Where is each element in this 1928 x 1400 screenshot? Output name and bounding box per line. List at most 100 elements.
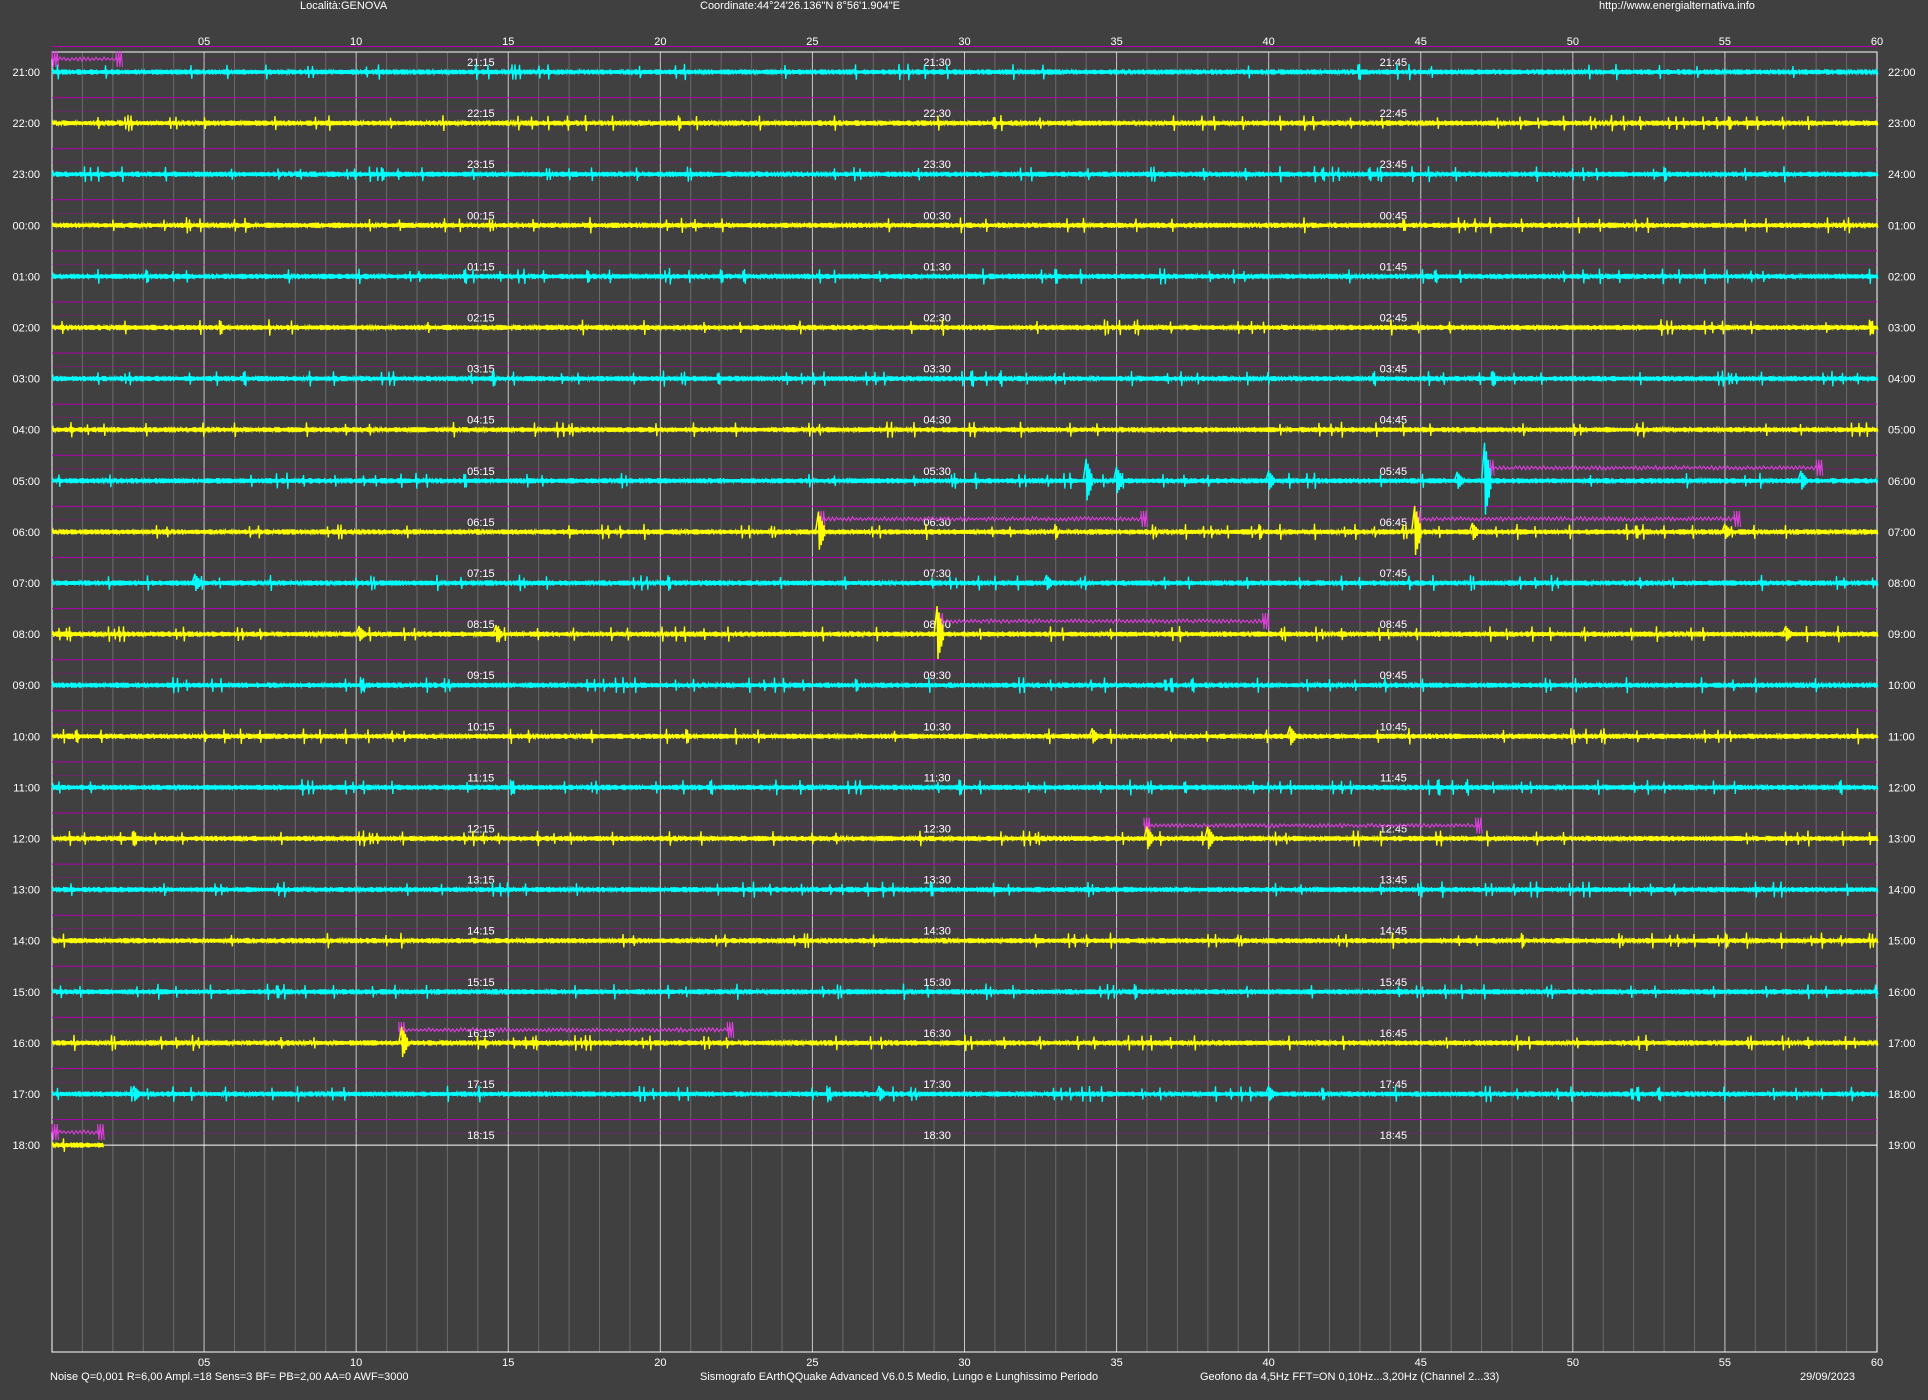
quarter-label: 03:45 (1380, 364, 1408, 376)
quarter-label: 16:45 (1380, 1028, 1408, 1040)
quarter-label: 23:45 (1380, 159, 1408, 171)
secondary-trace (1143, 821, 1481, 829)
quarter-label: 12:15 (467, 824, 495, 836)
row-start-time-label: 13:00 (12, 885, 40, 897)
software-label: Sismografo EArthQQuake Advanced V6.0.5 M… (700, 1371, 1099, 1383)
row-end-time-label: 06:00 (1888, 476, 1916, 488)
x-tick-label-bottom: 05 (198, 1357, 210, 1369)
quarter-label: 10:15 (467, 721, 495, 733)
row-end-time-label: 19:00 (1888, 1140, 1916, 1152)
seismogram-plot: 0505101015152020252530303535404045455050… (12, 36, 1916, 1369)
quarter-label: 17:30 (923, 1079, 951, 1091)
quarter-label: 17:15 (467, 1079, 495, 1091)
row-start-time-label: 21:00 (12, 67, 40, 79)
quarter-label: 00:15 (467, 210, 495, 222)
row-start-time-label: 03:00 (12, 374, 40, 386)
quarter-label: 13:15 (467, 875, 495, 887)
quarter-label: 18:30 (923, 1130, 951, 1142)
quarter-label: 02:15 (467, 313, 495, 325)
quarter-label: 02:45 (1380, 313, 1408, 325)
quarter-label: 22:45 (1380, 108, 1408, 120)
quarter-label: 09:30 (923, 670, 951, 682)
quarter-label: 18:45 (1380, 1130, 1408, 1142)
quarter-label: 07:15 (467, 568, 495, 580)
secondary-trace (51, 1128, 103, 1136)
row-end-time-label: 03:00 (1888, 323, 1916, 335)
quarter-label: 16:30 (923, 1028, 951, 1040)
row-end-time-label: 23:00 (1888, 118, 1916, 130)
quarter-label: 14:15 (467, 926, 495, 938)
x-tick-label-bottom: 45 (1415, 1357, 1427, 1369)
quarter-label: 10:30 (923, 721, 951, 733)
quarter-label: 09:15 (467, 670, 495, 682)
sensor-label: Geofono da 4,5Hz FFT=ON 0,10Hz...3,20Hz … (1200, 1371, 1500, 1383)
row-end-time-label: 15:00 (1888, 936, 1916, 948)
x-tick-label-bottom: 35 (1110, 1357, 1122, 1369)
secondary-trace (818, 515, 1147, 523)
x-tick-label-bottom: 50 (1567, 1357, 1579, 1369)
row-start-time-label: 15:00 (12, 987, 40, 999)
secondary-trace-burst (51, 1124, 59, 1141)
quarter-label: 06:15 (467, 517, 495, 529)
quarter-label: 13:30 (923, 875, 951, 887)
quarter-label: 08:45 (1380, 619, 1408, 631)
x-tick-label-bottom: 55 (1719, 1357, 1731, 1369)
quarter-label: 17:45 (1380, 1079, 1408, 1091)
x-tick-label-bottom: 10 (350, 1357, 362, 1369)
secondary-trace (398, 1026, 734, 1034)
row-start-time-label: 02:00 (12, 323, 40, 335)
row-start-time-label: 16:00 (12, 1038, 40, 1050)
quarter-label: 09:45 (1380, 670, 1408, 682)
quarter-label: 07:45 (1380, 568, 1408, 580)
row-end-time-label: 09:00 (1888, 629, 1916, 641)
row-start-time-label: 01:00 (12, 271, 40, 283)
row-end-time-label: 08:00 (1888, 578, 1916, 590)
secondary-trace-burst (115, 50, 123, 68)
row-start-time-label: 23:00 (12, 169, 40, 181)
row-start-time-label: 04:00 (12, 425, 40, 437)
secondary-trace (936, 617, 1268, 625)
row-end-time-label: 13:00 (1888, 834, 1916, 846)
quarter-label: 18:15 (467, 1130, 495, 1142)
row-end-time-label: 02:00 (1888, 271, 1916, 283)
x-tick-label-bottom: 30 (958, 1357, 970, 1369)
row-start-time-label: 06:00 (12, 527, 40, 539)
quarter-label: 21:15 (467, 57, 495, 69)
x-tick-label-bottom: 25 (806, 1357, 818, 1369)
quarter-label: 04:30 (923, 415, 951, 427)
row-end-time-label: 18:00 (1888, 1089, 1916, 1101)
quarter-label: 02:30 (923, 313, 951, 325)
x-tick-label-bottom: 40 (1263, 1357, 1275, 1369)
quarter-label: 14:45 (1380, 926, 1408, 938)
secondary-trace (1414, 515, 1740, 523)
secondary-trace (51, 55, 121, 63)
row-end-time-label: 10:00 (1888, 680, 1916, 692)
quarter-label: 12:30 (923, 824, 951, 836)
row-start-time-label: 18:00 (12, 1140, 40, 1152)
row-start-time-label: 00:00 (12, 220, 40, 232)
quarter-label: 13:45 (1380, 875, 1408, 887)
quarter-label: 00:30 (923, 210, 951, 222)
row-start-time-label: 11:00 (13, 782, 40, 794)
quarter-label: 01:45 (1380, 261, 1408, 273)
row-end-time-label: 12:00 (1888, 782, 1916, 794)
x-tick-label-bottom: 15 (502, 1357, 514, 1369)
row-end-time-label: 05:00 (1888, 425, 1916, 437)
quarter-label: 14:30 (923, 926, 951, 938)
quarter-label: 10:45 (1380, 721, 1408, 733)
row-start-time-label: 12:00 (12, 834, 40, 846)
date-label: 29/09/2023 (1800, 1371, 1856, 1383)
quarter-label: 01:30 (923, 261, 951, 273)
row-end-time-label: 14:00 (1888, 885, 1916, 897)
x-tick-label-bottom: 20 (654, 1357, 666, 1369)
quarter-label: 04:15 (467, 415, 495, 427)
quarter-label: 22:15 (467, 108, 495, 120)
quarter-label: 22:30 (923, 108, 951, 120)
secondary-trace-burst (97, 1124, 105, 1141)
row-end-time-label: 16:00 (1888, 987, 1916, 999)
quarter-label: 05:15 (467, 466, 495, 478)
quarter-label: 15:45 (1380, 977, 1408, 989)
row-end-time-label: 24:00 (1888, 169, 1916, 181)
quarter-label: 15:15 (467, 977, 495, 989)
quarter-label: 05:30 (923, 466, 951, 478)
